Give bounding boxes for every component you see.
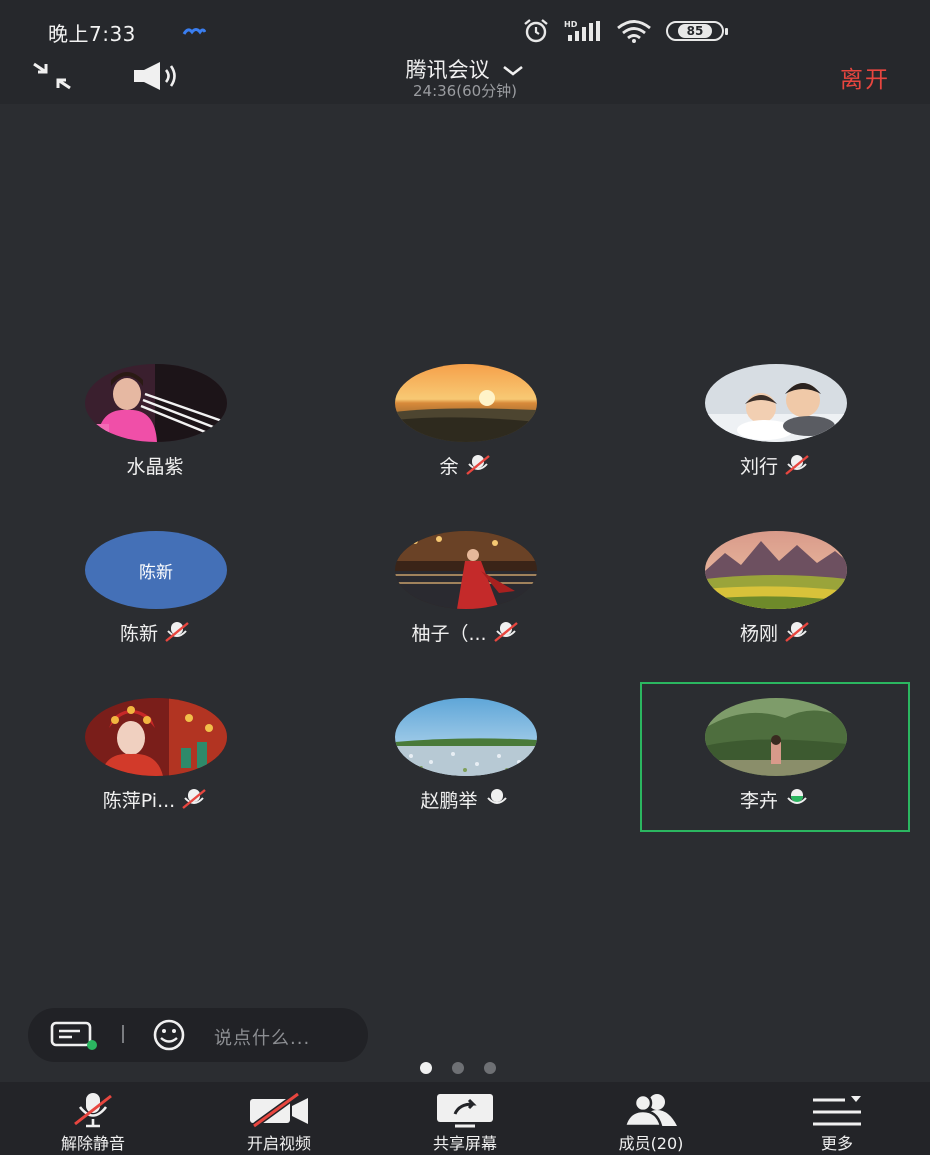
participant-name: 赵鹏举 [420, 789, 478, 812]
participant-name: 陈萍Pi... [102, 789, 176, 812]
unmute-button[interactable]: 解除静音 [0, 1082, 186, 1155]
page-indicator [420, 1062, 496, 1074]
participant-tile[interactable]: 刘行 [620, 350, 930, 500]
unmute-label: 解除静音 [60, 1134, 125, 1153]
participant-name-row: 刘行 [620, 452, 930, 478]
mic-muted-icon [785, 622, 809, 642]
participant-name-row: 水晶紫 [0, 452, 310, 478]
battery-level: 85 [677, 24, 713, 38]
page-dot[interactable] [484, 1062, 496, 1074]
participant-tile[interactable]: 水晶紫 [0, 350, 310, 500]
hd-signal-icon: HD [564, 20, 600, 41]
more-label: 更多 [820, 1134, 853, 1153]
page-dot[interactable] [420, 1062, 432, 1074]
status-bar: 晚上7:33 HD 85 [0, 0, 930, 56]
members-button[interactable]: 成员(20) [558, 1082, 744, 1155]
mic-icon [486, 789, 507, 804]
meeting-duration: 24:36(60分钟) [412, 82, 518, 100]
participant-name: 柚子（... [411, 622, 487, 645]
participant-name: 陈新 [119, 622, 158, 645]
participant-tile[interactable]: 陈萍Pi... [0, 684, 310, 834]
share-screen-icon [437, 1094, 493, 1128]
avatar [705, 531, 847, 609]
svg-text:HD: HD [564, 20, 578, 29]
chat-bar[interactable]: 说点什么... [28, 1008, 368, 1062]
share-screen-label: 共享屏幕 [432, 1134, 497, 1153]
members-icon [623, 1093, 677, 1128]
emoji-icon[interactable] [144, 1018, 194, 1052]
leave-button[interactable]: 离开 [840, 60, 890, 94]
share-screen-button[interactable]: 共享屏幕 [372, 1082, 558, 1155]
page-dot[interactable] [452, 1062, 464, 1074]
start-video-label: 开启视频 [246, 1134, 311, 1153]
status-time: 晚上7:33 [48, 22, 136, 46]
chat-input[interactable]: 说点什么... [214, 1024, 310, 1050]
participant-name: 杨刚 [739, 622, 778, 645]
battery-icon: 85 [666, 21, 728, 41]
members-label: 成员(20) [618, 1134, 684, 1153]
participant-name-row: 赵鹏举 [310, 786, 620, 812]
participant-name: 水晶紫 [126, 455, 184, 478]
cloud-sync-icon [182, 28, 206, 35]
more-button[interactable]: 更多 [744, 1082, 930, 1155]
active-speaker-highlight [640, 682, 910, 832]
avatar [395, 364, 537, 442]
avatar [395, 698, 537, 776]
video-off-icon [250, 1092, 308, 1128]
mic-muted-icon [785, 455, 809, 475]
participant-tile[interactable]: 余 [310, 350, 620, 500]
mic-muted-icon [182, 789, 206, 809]
mic-muted-icon [493, 622, 518, 642]
participant-tile[interactable]: 赵鹏举 [310, 684, 620, 834]
more-menu-icon [813, 1096, 861, 1126]
bottom-toolbar: 解除静音 开启视频 共享屏幕 成员(20) 更多 [0, 1082, 930, 1155]
participant-name: 刘行 [739, 455, 778, 478]
meeting-title-text[interactable]: 腾讯会议 [406, 58, 490, 82]
avatar [395, 531, 537, 609]
chat-list-icon[interactable] [50, 1021, 100, 1051]
meeting-header: 腾讯会议 24:36(60分钟) 离开 [0, 56, 930, 104]
mic-muted-icon [465, 455, 490, 475]
participant-name-row: 杨刚 [620, 619, 930, 645]
participant-tile[interactable]: 柚子（... [310, 517, 620, 667]
avatar [705, 364, 847, 442]
mic-muted-icon [165, 622, 189, 642]
participant-name-row: 陈萍Pi... [0, 786, 310, 812]
participant-tile[interactable]: 陈新 陈新 [0, 517, 310, 667]
participant-name: 余 [439, 455, 459, 478]
start-video-button[interactable]: 开启视频 [186, 1082, 372, 1155]
avatar [85, 698, 227, 776]
text-avatar: 陈新 [85, 531, 227, 609]
divider [122, 1025, 124, 1043]
chevron-down-icon[interactable] [502, 65, 524, 77]
participant-tile[interactable]: 杨刚 [620, 517, 930, 667]
participant-name-row: 柚子（... [310, 619, 620, 645]
participant-name-row: 陈新 [0, 619, 310, 645]
mic-muted-icon [74, 1093, 112, 1128]
participant-name-row: 余 [310, 452, 620, 478]
alarm-icon [524, 19, 548, 43]
avatar [85, 364, 227, 442]
status-icons: HD 85 [522, 18, 728, 44]
wifi-icon [617, 20, 651, 43]
